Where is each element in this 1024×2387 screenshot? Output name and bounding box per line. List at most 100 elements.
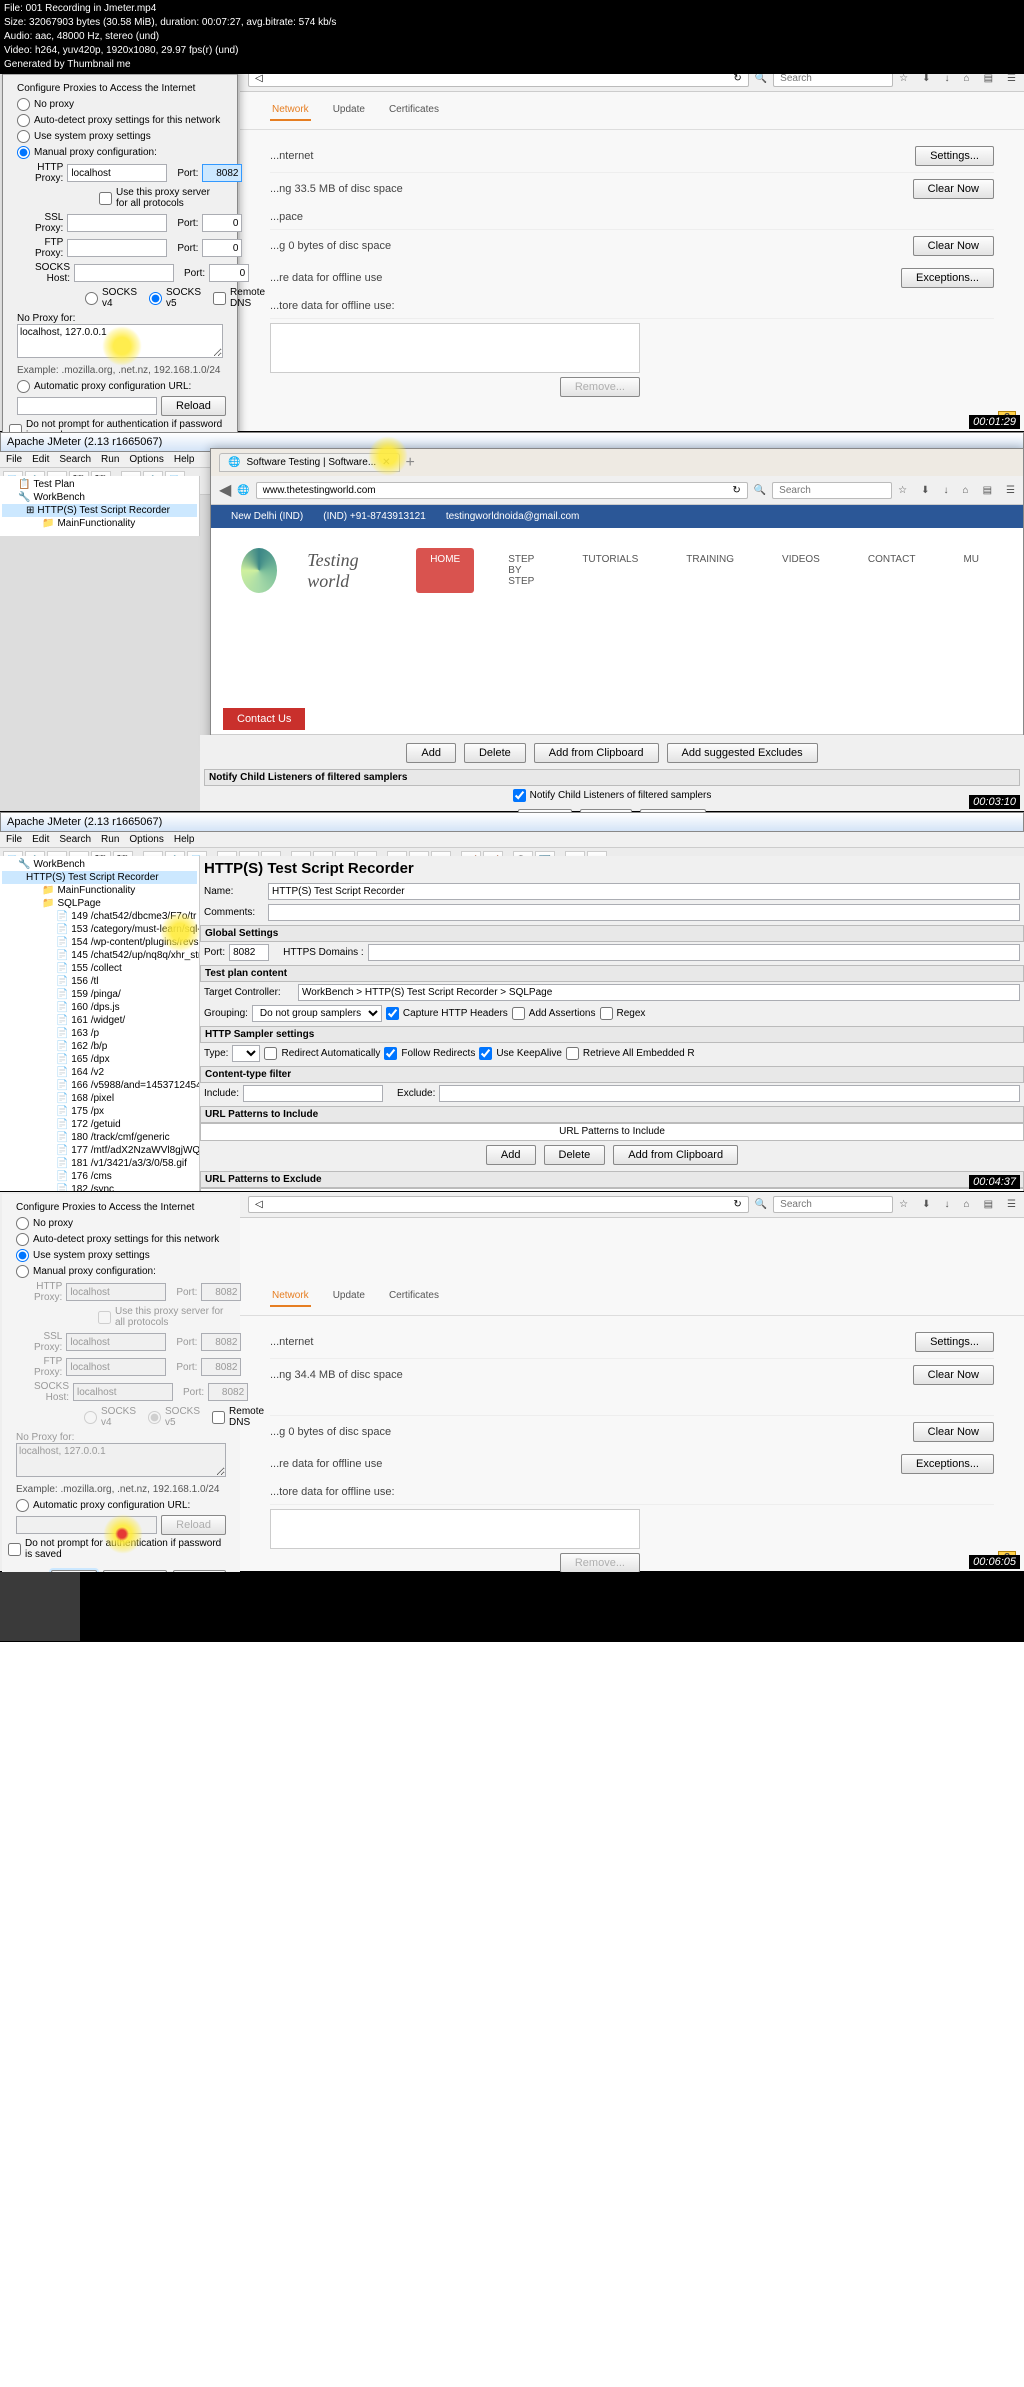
bookmark-icon[interactable]: ▤ (984, 1199, 993, 1210)
menu-icon[interactable]: ☰ (1006, 485, 1015, 496)
tree-sample[interactable]: 📄 175 /px (2, 1105, 197, 1118)
back-icon[interactable]: ◀ (219, 480, 231, 500)
http-port-input[interactable] (202, 164, 242, 182)
menu-icon[interactable]: ☰ (1007, 73, 1016, 84)
menu-edit[interactable]: Edit (32, 454, 49, 465)
tree-sample[interactable]: 📄 180 /track/cmf/generic (2, 1131, 197, 1144)
remove-button[interactable]: Remove... (560, 377, 640, 397)
download-icon[interactable]: ↓ (944, 485, 949, 496)
tree-sample[interactable]: 📄 154 /wp-content/plugins/revsliderrs-pl… (2, 936, 197, 949)
tree-sample[interactable]: 📄 177 /mtf/adX2NzaWVl8gjWQVM2g4ODMM (2, 1144, 197, 1157)
tree-sample[interactable]: 📄 156 /tl (2, 975, 197, 988)
socks4-radio[interactable] (85, 292, 98, 305)
no-proxy-radio[interactable] (16, 1217, 29, 1230)
follow-checkbox[interactable] (384, 1047, 397, 1060)
tree-workbench[interactable]: 🔧 WorkBench (2, 858, 197, 871)
bookmark-icon[interactable]: ▤ (984, 73, 993, 84)
system-proxy-radio[interactable] (16, 1249, 29, 1262)
nav-contact[interactable]: CONTACT (854, 548, 930, 593)
nav-training[interactable]: TRAINING (672, 548, 748, 593)
new-tab-button[interactable]: + (406, 454, 415, 472)
regex-checkbox[interactable] (600, 1007, 613, 1020)
tree-sample[interactable]: 📄 155 /collect (2, 962, 197, 975)
menu-help[interactable]: Help (174, 834, 195, 845)
tab-close-icon[interactable]: ✕ (382, 457, 390, 468)
socks-proxy-input[interactable] (74, 264, 174, 282)
auto-url-input[interactable] (17, 397, 157, 415)
contact-us-button[interactable]: Contact Us (223, 708, 305, 730)
menu-options[interactable]: Options (129, 834, 163, 845)
tree-recorder[interactable]: HTTP(S) Test Script Recorder (2, 871, 197, 884)
nav-home[interactable]: HOME (416, 548, 474, 593)
tab-update[interactable]: Update (331, 1286, 367, 1307)
tree-sample[interactable]: 📄 182 /sync (2, 1183, 197, 1191)
tree-sample[interactable]: 📄 162 /b/p (2, 1040, 197, 1053)
url-exclude-list[interactable]: URL Patterns to Exclude (200, 1188, 1024, 1191)
settings-button[interactable]: Settings... (915, 146, 994, 166)
delete-button[interactable]: Delete (464, 743, 526, 763)
pocket-icon[interactable]: ⬇ (921, 485, 929, 496)
clear-now-button2[interactable]: Clear Now (913, 236, 994, 256)
socks-port-input[interactable] (209, 264, 249, 282)
system-proxy-radio[interactable] (17, 130, 30, 143)
tree-sample[interactable]: 📄 153 /category/must-learn/sql-for-teste… (2, 923, 197, 936)
tree-sample[interactable]: 📄 165 /dpx (2, 1053, 197, 1066)
menu-run[interactable]: Run (101, 834, 119, 845)
menu-file[interactable]: File (6, 454, 22, 465)
exclude-input[interactable] (439, 1085, 1020, 1102)
ssl-proxy-input[interactable] (67, 214, 167, 232)
tab-certs[interactable]: Certificates (387, 100, 441, 121)
no-prompt-checkbox[interactable] (8, 1543, 21, 1556)
ftp-port-input[interactable] (202, 239, 242, 257)
download-icon[interactable]: ↓ (945, 73, 950, 84)
auto-url-radio[interactable] (17, 380, 30, 393)
clear-now-button2[interactable]: Clear Now (913, 1422, 994, 1442)
remove-button[interactable]: Remove... (560, 1553, 640, 1573)
http-proxy-input[interactable] (67, 164, 167, 182)
no-proxy-radio[interactable] (17, 98, 30, 111)
tree-mainfunc[interactable]: 📁 MainFunctionality (2, 517, 197, 530)
tree-sample[interactable]: 📄 181 /v1/3421/a3/3/0/58.gif (2, 1157, 197, 1170)
tree-sqlpage[interactable]: 📁 SQLPage (2, 897, 197, 910)
menu-options[interactable]: Options (129, 454, 163, 465)
tree-sample[interactable]: 📄 145 /chat542/up/nq8q/xhr_streaming (2, 949, 197, 962)
tab-certs[interactable]: Certificates (387, 1286, 441, 1307)
tree-sample[interactable]: 📄 159 /pinga/ (2, 988, 197, 1001)
star-icon[interactable]: ☆ (899, 73, 908, 84)
sites-list[interactable] (270, 1509, 640, 1549)
tree-sample[interactable]: 📄 160 /dps.js (2, 1001, 197, 1014)
tree-sample[interactable]: 📄 161 /widget/ (2, 1014, 197, 1027)
menu-file[interactable]: File (6, 834, 22, 845)
url-bar[interactable]: www.thetestingworld.com↻ (256, 482, 748, 499)
add-clipboard-button[interactable]: Add from Clipboard (613, 1145, 738, 1165)
comments-input[interactable] (268, 904, 1020, 921)
tree-sample[interactable]: 📄 176 /cms (2, 1170, 197, 1183)
clear-now-button[interactable]: Clear Now (913, 179, 994, 199)
menu-edit[interactable]: Edit (32, 834, 49, 845)
tab-network[interactable]: Network (270, 100, 311, 121)
nav-tutorials[interactable]: TUTORIALS (568, 548, 652, 593)
menu-search[interactable]: Search (59, 454, 91, 465)
home-icon[interactable]: ⌂ (964, 73, 970, 84)
manual-proxy-radio[interactable] (16, 1265, 29, 1278)
ssl-port-input[interactable] (202, 214, 242, 232)
tree-sample[interactable]: 📄 166 /v5988/and=145371245441/0/pv=y/int… (2, 1079, 197, 1092)
auto-detect-radio[interactable] (17, 114, 30, 127)
add-suggested-button[interactable]: Add suggested Excludes (667, 743, 818, 763)
assert-checkbox[interactable] (512, 1007, 525, 1020)
nav-step[interactable]: STEP BY STEP (494, 548, 548, 593)
star-icon[interactable]: ☆ (899, 1199, 908, 1210)
name-input[interactable] (268, 883, 1020, 900)
target-input[interactable] (298, 984, 1020, 1001)
delete-button[interactable]: Delete (544, 1145, 606, 1165)
menu-search[interactable]: Search (59, 834, 91, 845)
home-icon[interactable]: ⌂ (963, 485, 969, 496)
download-icon[interactable]: ↓ (945, 1199, 950, 1210)
capture-checkbox[interactable] (386, 1007, 399, 1020)
tree-sample[interactable]: 📄 168 /pixel (2, 1092, 197, 1105)
menu-run[interactable]: Run (101, 454, 119, 465)
nav-mu[interactable]: MU (949, 548, 993, 593)
no-proxy-textarea[interactable]: localhost, 127.0.0.1 (17, 324, 223, 358)
search-input[interactable] (773, 1196, 893, 1213)
retrieve-checkbox[interactable] (566, 1047, 579, 1060)
